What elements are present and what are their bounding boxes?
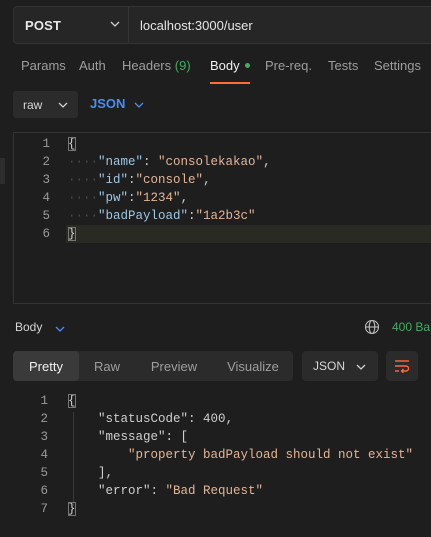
body-language-select[interactable]: JSON [90,96,125,111]
code-line: } [68,502,76,516]
code-line: ], [68,466,113,480]
status-badge[interactable]: 400 Ba [392,320,430,334]
chevron-down-icon[interactable] [55,324,65,334]
tab-raw[interactable]: Raw [79,351,135,381]
method-select[interactable]: POST [14,7,129,43]
line-number: 1 [42,137,50,151]
json-sep: : [188,209,196,223]
json-key: "message" [98,430,166,444]
method-label: POST [25,17,62,33]
json-key: "pw" [98,191,129,205]
tab-body[interactable]: Body [210,58,250,73]
tab-visualize[interactable]: Visualize [213,351,293,381]
json-sep: , [263,155,271,169]
json-value: "1a2b3c" [195,209,256,223]
line-number: 4 [40,448,48,462]
response-section-toggle[interactable]: Body [15,320,42,334]
json-key: "error" [98,484,151,498]
bracket-match: { [68,137,76,151]
json-sep: ], [98,466,114,480]
json-value: "Bad Request" [165,484,264,498]
tab-pre-request[interactable]: Pre-req. [265,58,312,73]
json-sep: : [150,484,166,498]
json-key: "id" [98,173,129,187]
json-value: "consolekakao" [158,155,264,169]
json-sep: , [180,191,189,205]
line-number: 6 [42,227,50,241]
json-value: "property badPayload should not exist" [128,448,414,462]
tab-settings[interactable]: Settings [374,58,421,73]
body-mode-select[interactable]: raw [13,91,78,118]
tab-pretty[interactable]: Pretty [13,351,79,381]
line-number: 5 [42,209,50,223]
code-line: "statusCode": 400, [68,412,233,426]
response-format-select[interactable]: JSON [302,351,378,381]
chevron-down-icon [110,21,120,27]
line-number: 3 [42,173,50,187]
code-line: ····"name": "consolekakao", [68,155,271,169]
globe-icon[interactable] [364,319,380,335]
code-line: } [68,227,76,241]
body-indicator-dot [244,63,250,69]
tab-body-label: Body [210,58,240,73]
line-number: 2 [42,155,50,169]
line-number: 1 [40,394,48,408]
bracket-match: } [68,502,76,516]
json-sep: , [225,412,234,426]
tab-tests[interactable]: Tests [328,58,358,73]
code-line: "message": [ [68,430,188,444]
line-number: 3 [40,430,48,444]
headers-count-badge: (9) [174,58,191,73]
json-sep: : [128,191,136,205]
url-bar: POST localhost:3000/user [13,6,431,44]
chevron-down-icon [58,102,68,108]
tab-auth[interactable]: Auth [79,58,106,73]
json-key: "statusCode" [98,412,189,426]
json-value: "1234" [135,191,181,205]
wrap-lines-button[interactable] [386,351,418,381]
code-line: ····"pw":"1234", [68,191,189,205]
sidebar-edge [0,158,5,184]
json-sep: : [128,173,136,187]
json-sep: : [188,412,204,426]
line-number: 4 [42,191,50,205]
json-key: "badPayload" [98,209,189,223]
json-value: "console" [135,173,204,187]
response-view-tabs: Pretty Raw Preview Visualize [13,351,293,381]
tab-preview[interactable]: Preview [135,351,213,381]
line-number: 5 [40,466,48,480]
active-tab-underline [210,82,250,84]
json-value: 400 [203,412,226,426]
line-number: 7 [40,502,48,516]
tab-headers[interactable]: Headers (9) [122,58,191,73]
code-line: "error": "Bad Request" [68,484,263,498]
response-format-label: JSON [313,359,346,373]
code-line: ····"badPayload":"1a2b3c" [68,209,256,223]
line-number: 2 [40,412,48,426]
url-input[interactable]: localhost:3000/user [140,18,253,33]
code-line: ····"id":"console", [68,173,211,187]
tab-headers-label: Headers [122,58,172,73]
code-line: { [68,394,76,408]
json-sep: : [ [165,430,189,444]
json-sep: , [203,173,211,187]
code-line: { [68,137,76,151]
json-key: "name" [98,155,144,169]
body-mode-label: raw [23,97,43,112]
current-line-highlight [66,225,431,243]
wrap-lines-icon [395,360,410,373]
chevron-down-icon[interactable] [134,100,144,110]
bracket-match: { [68,394,76,408]
code-line: "property badPayload should not exist" [68,448,413,462]
tab-params[interactable]: Params [21,58,66,73]
bracket-match: } [68,227,76,241]
line-number: 6 [40,484,48,498]
chevron-down-icon [356,364,366,370]
json-sep: : [143,155,159,169]
